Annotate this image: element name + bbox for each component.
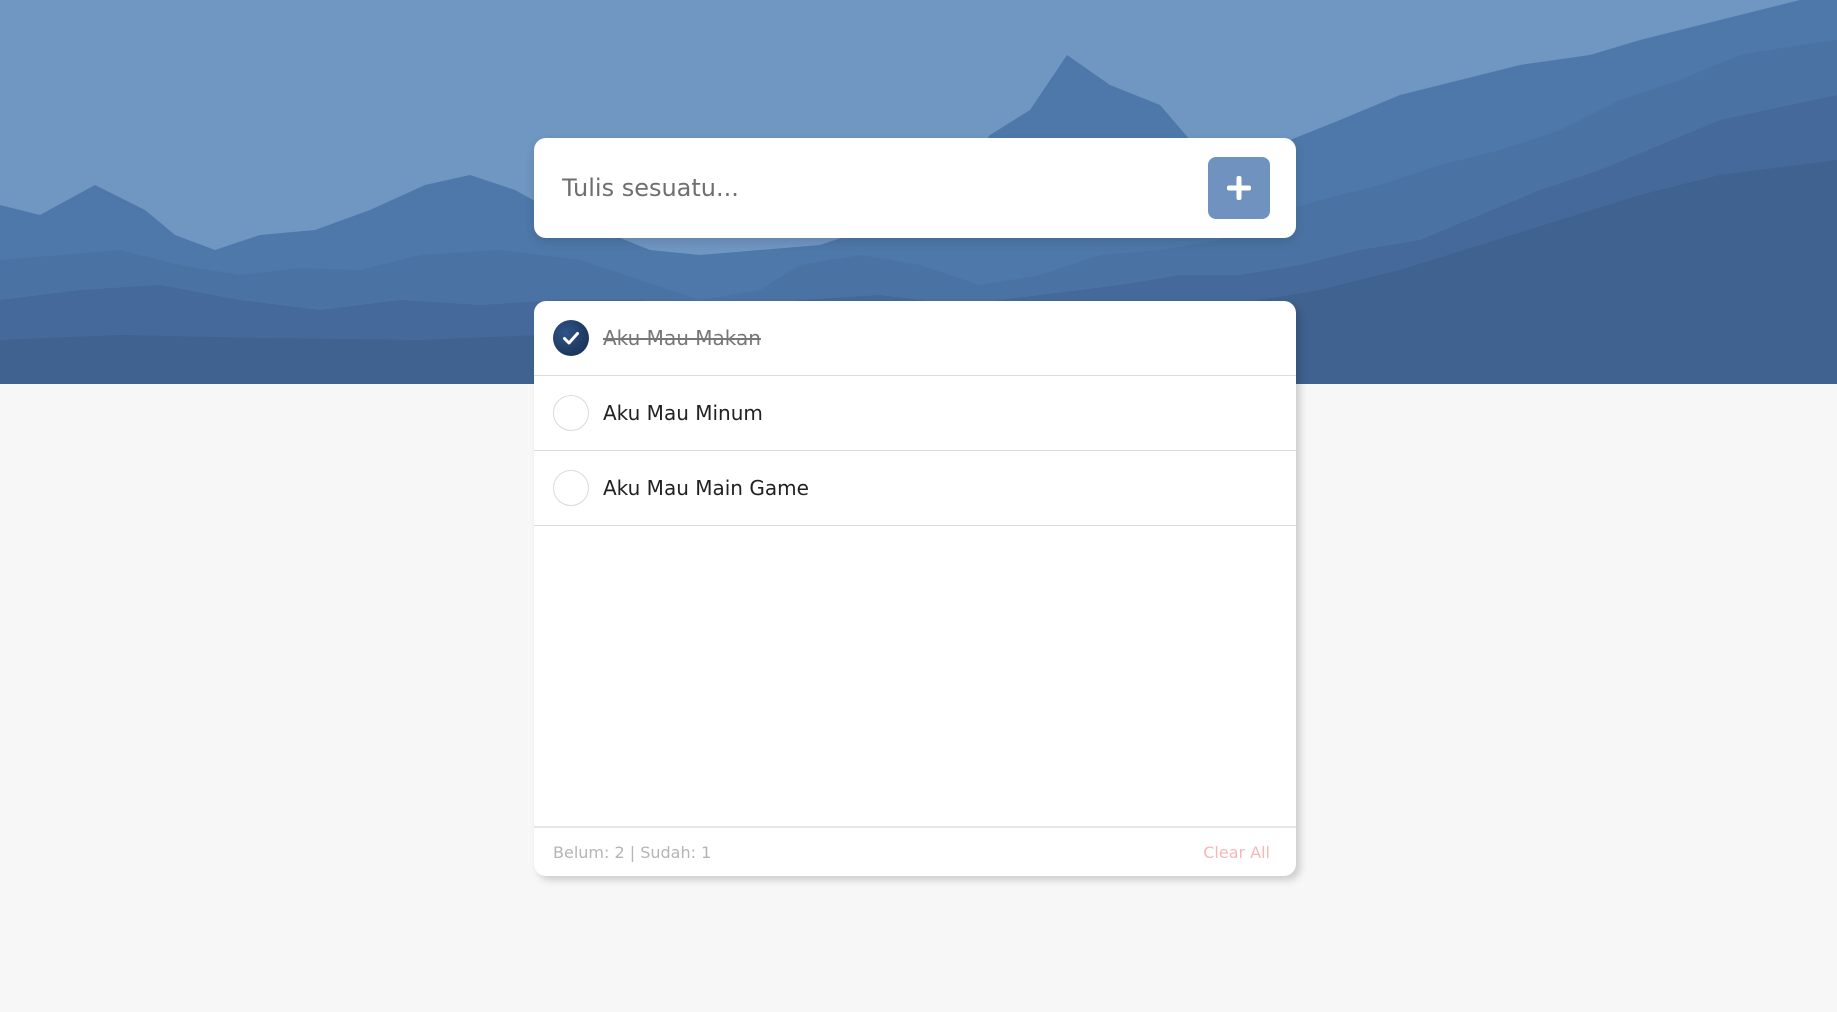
- unchecked-circle-icon[interactable]: [553, 470, 589, 506]
- todo-list-card: Aku Mau Makan Aku Mau Minum Aku Mau Main…: [534, 301, 1296, 876]
- todo-item[interactable]: Aku Mau Main Game: [534, 451, 1296, 526]
- todo-input-card: [534, 138, 1296, 238]
- checked-circle-icon[interactable]: [553, 320, 589, 356]
- checkmark-icon: [563, 332, 579, 345]
- plus-icon: [1227, 176, 1251, 200]
- todo-item[interactable]: Aku Mau Makan: [534, 301, 1296, 376]
- todo-footer: Belum: 2 | Sudah: 1 Clear All: [534, 826, 1296, 876]
- todo-item-text: Aku Mau Makan: [603, 326, 761, 350]
- todo-item-text: Aku Mau Minum: [603, 401, 763, 425]
- todo-item[interactable]: Aku Mau Minum: [534, 376, 1296, 451]
- todo-status-counter: Belum: 2 | Sudah: 1: [553, 842, 712, 862]
- clear-all-button[interactable]: Clear All: [1203, 843, 1270, 862]
- todo-input[interactable]: [562, 174, 1208, 202]
- add-todo-button[interactable]: [1208, 157, 1270, 219]
- todo-item-text: Aku Mau Main Game: [603, 476, 809, 500]
- unchecked-circle-icon[interactable]: [553, 395, 589, 431]
